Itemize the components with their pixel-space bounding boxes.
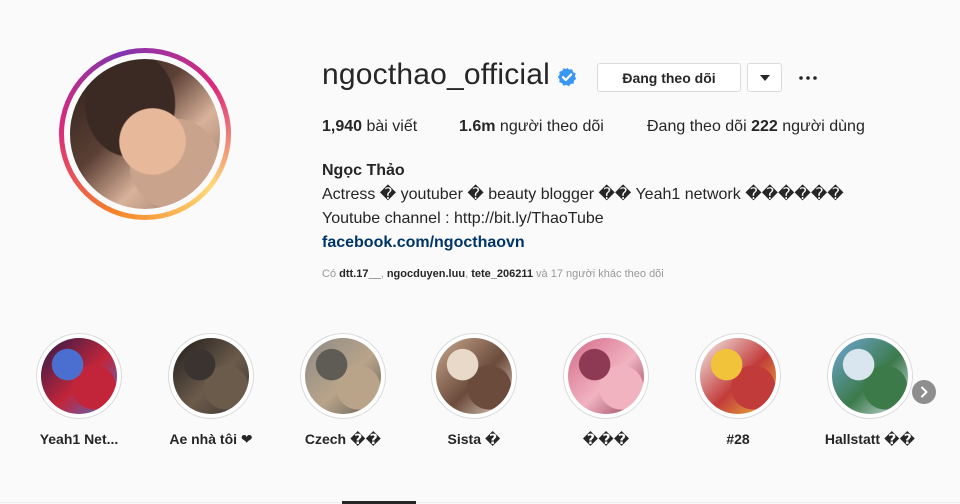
suggestions-dropdown-button[interactable] xyxy=(747,63,782,92)
tab-bar-divider xyxy=(0,502,960,503)
followers-stat[interactable]: 1.6m người theo dõi xyxy=(459,118,604,136)
profile-page: ngocthao_official Đang theo dõi 1,940 bà… xyxy=(0,0,960,504)
highlight-item[interactable]: Sista � xyxy=(428,333,520,448)
highlight-cover xyxy=(568,338,644,414)
profile-avatar[interactable] xyxy=(59,48,231,220)
followed-by-text: Có dtt.17__, ngocduyen.luu, tete_206211 … xyxy=(322,268,664,280)
bio-line-2: Youtube channel : http://bit.ly/ThaoTube xyxy=(322,210,604,227)
followers-count: 1.6m xyxy=(459,118,496,135)
following-button[interactable]: Đang theo dõi xyxy=(597,63,741,92)
chevron-down-icon xyxy=(759,74,770,81)
highlight-item[interactable]: Czech �� xyxy=(297,333,389,448)
profile-bio: Ngọc Thảo Actress � youtuber � beauty bl… xyxy=(322,159,844,255)
following-stat[interactable]: Đang theo dõi 222 người dùng xyxy=(647,118,865,136)
followed-by-prefix: Có xyxy=(322,268,337,280)
highlight-item[interactable]: ��� xyxy=(560,333,652,448)
following-prefix: Đang theo dõi xyxy=(647,118,747,135)
posts-count: 1,940 xyxy=(322,118,363,135)
highlights-next-button[interactable] xyxy=(912,380,936,404)
posts-stat: 1,940 bài viết xyxy=(322,118,417,136)
chevron-right-icon xyxy=(921,386,928,398)
verified-badge-icon xyxy=(557,67,577,87)
highlight-label: Yeah1 Net... xyxy=(39,431,119,447)
highlight-cover xyxy=(436,338,512,414)
followed-by-user[interactable]: ngocduyen.luu xyxy=(387,268,465,280)
highlight-cover xyxy=(41,338,117,414)
highlight-item[interactable]: Yeah1 Net... xyxy=(33,333,125,447)
followed-by-user[interactable]: dtt.17__ xyxy=(339,268,381,280)
following-label: người dùng xyxy=(782,118,865,135)
followers-label: người theo dõi xyxy=(499,118,604,135)
followed-by-suffix: và 17 người khác theo dõi xyxy=(536,268,664,280)
posts-label: bài viết xyxy=(366,118,418,135)
profile-full-name: Ngọc Thảo xyxy=(322,162,405,179)
following-count: 222 xyxy=(751,118,778,135)
highlight-label: #28 xyxy=(726,431,750,447)
highlight-label: Czech �� xyxy=(304,431,382,447)
highlight-cover xyxy=(305,338,381,414)
highlight-label: Sista � xyxy=(447,431,501,447)
highlight-label: Hallstatt �� xyxy=(824,431,916,447)
more-options-icon xyxy=(799,75,817,80)
highlight-cover xyxy=(700,338,776,414)
highlight-item[interactable]: #28 xyxy=(692,333,784,447)
highlight-item[interactable]: Hallstatt �� xyxy=(824,333,916,448)
bio-line-1: Actress � youtuber � beauty blogger �� Y… xyxy=(322,186,844,203)
highlight-label: ��� xyxy=(582,431,630,447)
avatar-photo xyxy=(70,59,220,209)
highlight-cover xyxy=(173,338,249,414)
more-options-button[interactable] xyxy=(795,63,821,92)
highlight-item[interactable]: Ae nhà tôi ❤ xyxy=(165,333,257,448)
highlight-cover xyxy=(832,338,908,414)
bio-external-link[interactable]: facebook.com/ngocthaovn xyxy=(322,231,844,255)
highlight-label: Ae nhà tôi ❤ xyxy=(169,431,253,447)
profile-username: ngocthao_official xyxy=(322,58,551,91)
followed-by-user[interactable]: tete_206211 xyxy=(471,268,533,280)
